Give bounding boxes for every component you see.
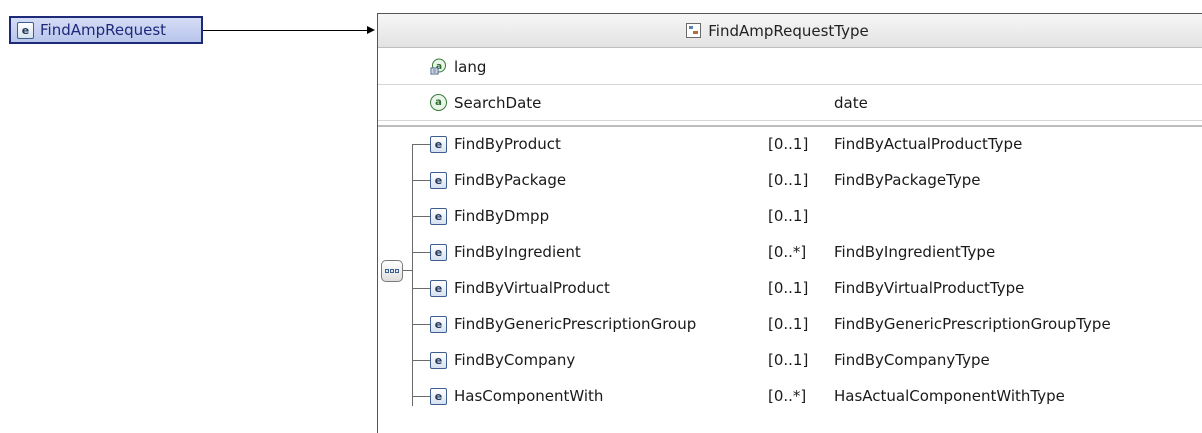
element-icon: e xyxy=(430,280,447,297)
child-element-cardinality: [0..1] xyxy=(768,135,809,153)
root-connector-line xyxy=(203,30,369,31)
child-element-cardinality: [0..1] xyxy=(768,279,809,297)
child-element-type: FindByIngredientType xyxy=(834,243,996,261)
root-element-findamprequest[interactable]: e FindAmpRequest xyxy=(9,16,203,44)
branch-line xyxy=(412,252,430,253)
element-icon: e xyxy=(430,136,447,153)
child-element-cardinality: [0..*] xyxy=(768,243,807,261)
any-attribute-icon: a xyxy=(430,58,446,75)
branch-line xyxy=(412,324,430,325)
child-element-name: FindByDmpp xyxy=(454,207,550,225)
complex-type-icon xyxy=(686,23,702,38)
child-element-findbyvirtualproduct[interactable]: e FindByVirtualProduct [0..1] FindByVirt… xyxy=(378,271,1202,307)
branch-line xyxy=(412,360,430,361)
branch-line xyxy=(412,144,430,145)
element-icon: e xyxy=(430,172,447,189)
element-icon: e xyxy=(430,316,447,333)
child-element-type: FindByActualProductType xyxy=(834,135,1023,153)
child-element-name: FindByGenericPrescriptionGroup xyxy=(454,315,697,333)
attribute-name: SearchDate xyxy=(454,93,542,112)
attribute-type: date xyxy=(834,93,868,112)
child-element-type: FindByVirtualProductType xyxy=(834,279,1025,297)
attribute-icon: a xyxy=(430,94,447,111)
element-icon: e xyxy=(430,352,447,369)
child-element-findbyproduct[interactable]: e FindByProduct [0..1] FindByActualProdu… xyxy=(378,127,1202,163)
child-element-type: FindByGenericPrescriptionGroupType xyxy=(834,315,1111,333)
complex-type-box[interactable]: FindAmpRequestType a lang a SearchDate d… xyxy=(377,13,1202,433)
child-element-name: FindByIngredient xyxy=(454,243,581,261)
root-element-label: FindAmpRequest xyxy=(40,21,167,39)
branch-line xyxy=(412,396,430,397)
child-element-findbygenericprescriptiongroup[interactable]: e FindByGenericPrescriptionGroup [0..1] … xyxy=(378,307,1202,343)
branch-line xyxy=(412,216,430,217)
child-element-findbydmpp[interactable]: e FindByDmpp [0..1] xyxy=(378,199,1202,235)
child-element-name: FindByPackage xyxy=(454,171,567,189)
connector-arrow-icon xyxy=(367,26,375,34)
child-element-cardinality: [0..*] xyxy=(768,387,807,405)
attribute-row-lang[interactable]: a lang xyxy=(378,49,1202,85)
child-element-name: HasComponentWith xyxy=(454,387,604,405)
child-element-cardinality: [0..1] xyxy=(768,315,809,333)
child-element-findbycompany[interactable]: e FindByCompany [0..1] FindByCompanyType xyxy=(378,343,1202,379)
complex-type-title: FindAmpRequestType xyxy=(708,21,869,40)
child-element-type: FindByPackageType xyxy=(834,171,981,189)
element-icon: e xyxy=(430,388,447,405)
child-element-cardinality: [0..1] xyxy=(768,171,809,189)
complex-type-header[interactable]: FindAmpRequestType xyxy=(378,14,1202,48)
child-element-hascomponentwith[interactable]: e HasComponentWith [0..*] HasActualCompo… xyxy=(378,379,1202,415)
element-icon: e xyxy=(17,21,34,39)
child-element-cardinality: [0..1] xyxy=(768,207,809,225)
attribute-name: lang xyxy=(454,57,487,76)
child-element-findbyingredient[interactable]: e FindByIngredient [0..*] FindByIngredie… xyxy=(378,235,1202,271)
child-element-type: HasActualComponentWithType xyxy=(834,387,1065,405)
element-icon: e xyxy=(430,244,447,261)
child-element-name: FindByVirtualProduct xyxy=(454,279,610,297)
branch-line xyxy=(412,180,430,181)
child-element-cardinality: [0..1] xyxy=(768,351,809,369)
attribute-row-searchdate[interactable]: a SearchDate date xyxy=(378,85,1202,121)
element-icon: e xyxy=(430,208,447,225)
child-element-name: FindByCompany xyxy=(454,351,576,369)
child-element-findbypackage[interactable]: e FindByPackage [0..1] FindByPackageType xyxy=(378,163,1202,199)
child-element-type: FindByCompanyType xyxy=(834,351,990,369)
child-element-name: FindByProduct xyxy=(454,135,561,153)
branch-line xyxy=(412,288,430,289)
